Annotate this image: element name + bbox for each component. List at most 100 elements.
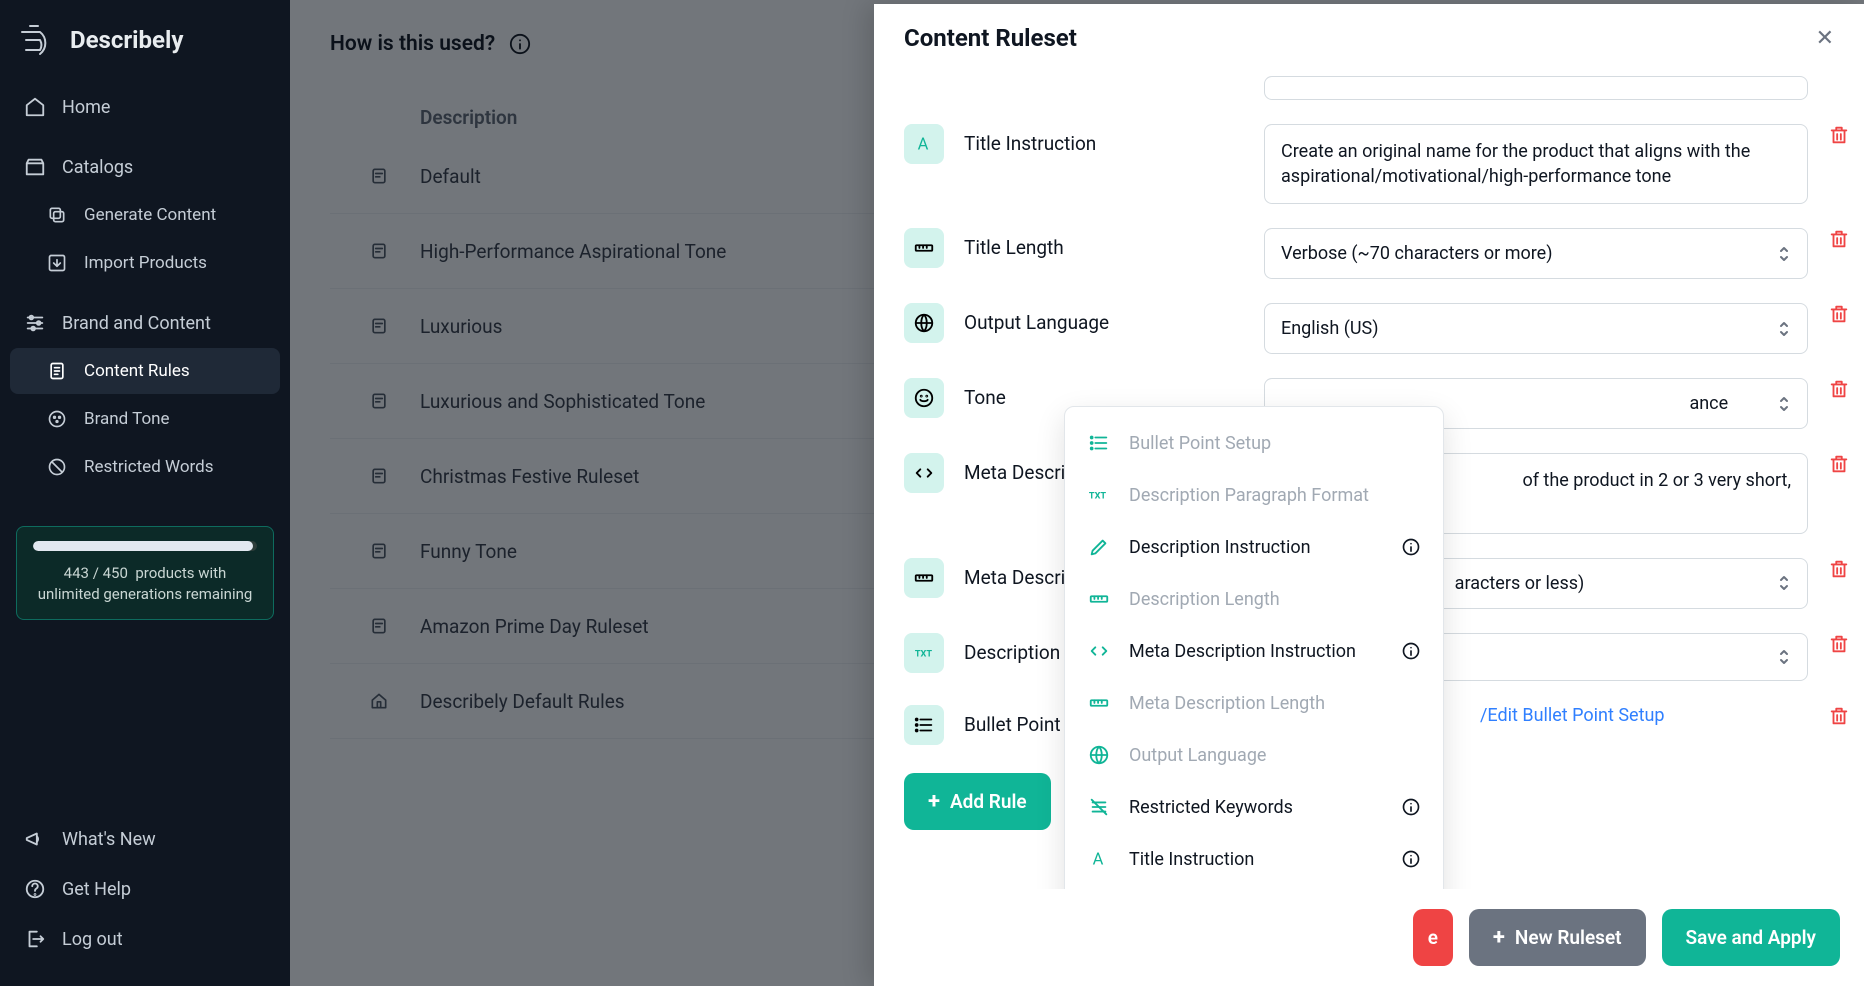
dd-meta-description-instruction[interactable]: Meta Description Instruction (1065, 625, 1443, 677)
txt-icon: TXT (904, 633, 944, 673)
nav-label: Restricted Words (84, 457, 213, 477)
nav-label: Brand and Content (62, 313, 211, 334)
rule-output-language: Output Language English (US) (904, 291, 1850, 366)
nav-label: Catalogs (62, 157, 133, 178)
nav-home[interactable]: Home (10, 84, 280, 130)
sidebar: Describely Home Catalogs Generate Conten… (0, 0, 290, 986)
home-icon (24, 96, 46, 118)
usage-bar (33, 541, 257, 551)
logo-text: Describely (70, 26, 183, 54)
output-language-select[interactable]: English (US) (1264, 303, 1808, 354)
copy-icon (46, 204, 68, 226)
plus-icon: + (1493, 925, 1505, 950)
usage-text: 443 / 450 products with unlimited genera… (33, 563, 257, 605)
nav-logout[interactable]: Log out (10, 916, 280, 962)
code-icon (1087, 639, 1111, 663)
store-icon (24, 156, 46, 178)
ruler-icon (904, 228, 944, 268)
nav-label: Generate Content (84, 205, 216, 225)
list-icon (1087, 431, 1111, 455)
nav-content-rules[interactable]: Content Rules (10, 348, 280, 394)
dd-description-instruction[interactable]: Description Instruction (1065, 521, 1443, 573)
globe-icon (904, 303, 944, 343)
nav: Home Catalogs Generate Content Import Pr… (0, 84, 290, 490)
nav-generate-content[interactable]: Generate Content (10, 192, 280, 238)
nav-label: Brand Tone (84, 409, 170, 429)
txt-icon: TXT (1087, 483, 1111, 507)
rule-title-instruction: A Title Instruction (904, 112, 1850, 216)
help-icon (24, 878, 46, 900)
dd-title-instruction[interactable]: ATitle Instruction (1065, 833, 1443, 885)
globe-icon (1087, 743, 1111, 767)
ruler-icon (1087, 587, 1111, 611)
delete-icon[interactable] (1828, 303, 1850, 325)
logo-icon (20, 24, 60, 56)
delete-icon[interactable] (1828, 705, 1850, 727)
rule-title-length: Title Length Verbose (~70 characters or … (904, 216, 1850, 291)
nav-label: What's New (62, 829, 156, 850)
nav-label: Content Rules (84, 361, 190, 381)
import-icon (46, 252, 68, 274)
dd-description-paragraph-format[interactable]: TXTDescription Paragraph Format (1065, 469, 1443, 521)
dd-restricted-keywords[interactable]: Restricted Keywords (1065, 781, 1443, 833)
dd-description-length[interactable]: Description Length (1065, 573, 1443, 625)
nav-label: Home (62, 97, 110, 118)
palette-icon (46, 408, 68, 430)
nav-brand-tone[interactable]: Brand Tone (10, 396, 280, 442)
nav-label: Import Products (84, 253, 207, 273)
nav-label: Get Help (62, 879, 131, 900)
delete-icon[interactable] (1828, 378, 1850, 400)
sliders-icon (24, 312, 46, 334)
strike-icon (1087, 795, 1111, 819)
add-rule-button[interactable]: + Add Rule (904, 773, 1051, 830)
svg-text:A: A (918, 136, 929, 155)
nav-whats-new[interactable]: What's New (10, 816, 280, 862)
info-icon (1401, 641, 1421, 661)
dd-output-language[interactable]: Output Language (1065, 729, 1443, 781)
pencil-icon (1087, 535, 1111, 559)
list-icon (904, 705, 944, 745)
title-instruction-input[interactable] (1264, 124, 1808, 204)
nav-catalogs[interactable]: Catalogs (10, 144, 280, 190)
delete-icon[interactable] (1828, 228, 1850, 250)
dd-bullet-point-setup[interactable]: Bullet Point Setup (1065, 417, 1443, 469)
new-ruleset-button[interactable]: +New Ruleset (1469, 909, 1646, 966)
ruler-icon (1087, 691, 1111, 715)
font-icon: A (904, 124, 944, 164)
svg-text:TXT: TXT (915, 649, 932, 659)
info-icon (1401, 537, 1421, 557)
logout-icon (24, 928, 46, 950)
ruler-icon (904, 558, 944, 598)
info-icon (1401, 849, 1421, 869)
delete-button-partial[interactable]: e (1413, 909, 1453, 966)
edit-bullet-setup-link[interactable]: /Edit Bullet Point Setup (1480, 705, 1665, 726)
dd-title-length[interactable]: Title Length (1065, 885, 1443, 889)
partial-input[interactable] (1264, 76, 1808, 100)
ban-icon (46, 456, 68, 478)
svg-text:A: A (1093, 851, 1104, 870)
plus-icon: + (928, 789, 940, 814)
save-and-apply-button[interactable]: Save and Apply (1662, 909, 1840, 966)
content-ruleset-panel: Content Ruleset ✕ A Title Instruction Ti… (874, 4, 1864, 986)
close-button[interactable]: ✕ (1816, 26, 1834, 51)
dd-meta-description-length[interactable]: Meta Description Length (1065, 677, 1443, 729)
panel-footer: e +New Ruleset Save and Apply (874, 889, 1864, 986)
usage-block: 443 / 450 products with unlimited genera… (16, 526, 274, 620)
title-length-select[interactable]: Verbose (~70 characters or more) (1264, 228, 1808, 279)
info-icon (1401, 797, 1421, 817)
panel-title: Content Ruleset (904, 24, 1077, 52)
document-icon (46, 360, 68, 382)
svg-text:TXT: TXT (1089, 492, 1106, 502)
delete-icon[interactable] (1828, 633, 1850, 655)
nav-get-help[interactable]: Get Help (10, 866, 280, 912)
nav-restricted-words[interactable]: Restricted Words (10, 444, 280, 490)
delete-icon[interactable] (1828, 558, 1850, 580)
nav-import-products[interactable]: Import Products (10, 240, 280, 286)
nav-brand-content[interactable]: Brand and Content (10, 300, 280, 346)
add-rule-dropdown: Bullet Point Setup TXTDescription Paragr… (1064, 406, 1444, 889)
delete-icon[interactable] (1828, 453, 1850, 475)
nav-label: Log out (62, 929, 123, 950)
logo: Describely (0, 24, 290, 84)
code-icon (904, 453, 944, 493)
delete-icon[interactable] (1828, 124, 1850, 146)
